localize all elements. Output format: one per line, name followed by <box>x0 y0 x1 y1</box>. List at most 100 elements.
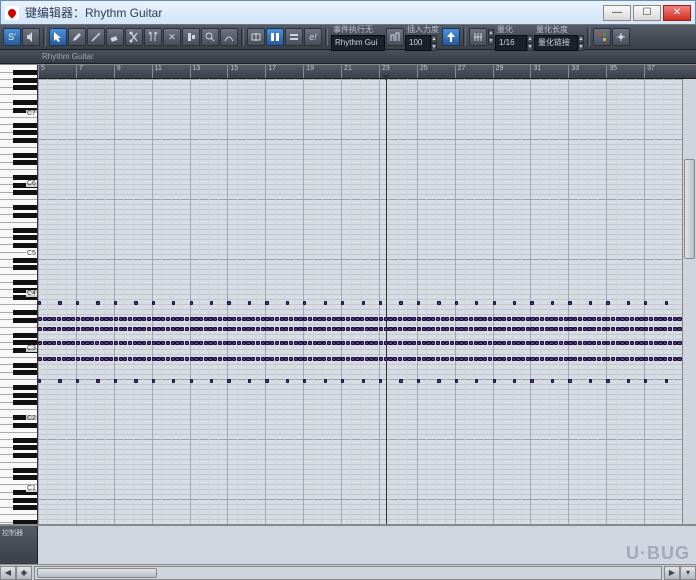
midi-note[interactable] <box>398 317 402 321</box>
midi-note[interactable] <box>549 357 553 361</box>
midi-note[interactable] <box>227 301 230 305</box>
midi-note[interactable] <box>256 357 260 361</box>
midi-note[interactable] <box>658 317 662 321</box>
midi-note[interactable] <box>474 341 478 345</box>
midi-note[interactable] <box>298 341 302 345</box>
midi-note[interactable] <box>677 317 681 321</box>
midi-note[interactable] <box>280 327 284 331</box>
midi-note[interactable] <box>289 317 293 321</box>
midi-note[interactable] <box>493 357 497 361</box>
midi-note[interactable] <box>38 317 42 321</box>
midi-note[interactable] <box>445 317 449 321</box>
midi-note[interactable] <box>308 327 312 331</box>
zoom-menu-button[interactable]: ▾ <box>680 566 696 580</box>
midi-note[interactable] <box>554 357 558 361</box>
midi-note[interactable] <box>369 341 373 345</box>
midi-note[interactable] <box>512 341 516 345</box>
midi-note[interactable] <box>639 357 643 361</box>
midi-note[interactable] <box>119 327 123 331</box>
zoom-out-h-button[interactable]: ◀ <box>0 566 16 580</box>
midi-note[interactable] <box>677 341 681 345</box>
midi-note[interactable] <box>147 317 151 321</box>
midi-note[interactable] <box>208 341 212 345</box>
midi-note[interactable] <box>493 341 497 345</box>
midi-note[interactable] <box>540 357 544 361</box>
zoom-in-h-button[interactable]: ▶ <box>664 566 680 580</box>
midi-note[interactable] <box>512 317 516 321</box>
midi-note[interactable] <box>355 327 359 331</box>
midi-note[interactable] <box>161 357 165 361</box>
midi-note[interactable] <box>341 357 345 361</box>
midi-note[interactable] <box>379 379 382 383</box>
midi-note[interactable] <box>488 317 492 321</box>
midi-note[interactable] <box>369 317 373 321</box>
midi-note[interactable] <box>128 357 132 361</box>
midi-note[interactable] <box>180 341 184 345</box>
midi-note[interactable] <box>81 357 85 361</box>
midi-note[interactable] <box>365 327 369 331</box>
midi-note[interactable] <box>602 357 606 361</box>
midi-note[interactable] <box>336 327 340 331</box>
midi-note[interactable] <box>172 301 175 305</box>
snap-button[interactable] <box>266 28 284 46</box>
midi-note[interactable] <box>104 327 108 331</box>
midi-note[interactable] <box>474 327 478 331</box>
midi-note[interactable] <box>85 317 89 321</box>
midi-note[interactable] <box>554 317 558 321</box>
midi-note[interactable] <box>455 301 458 305</box>
midi-note[interactable] <box>261 317 265 321</box>
midi-note[interactable] <box>62 317 66 321</box>
midi-note[interactable] <box>450 341 454 345</box>
midi-note[interactable] <box>100 317 104 321</box>
midi-note[interactable] <box>464 357 468 361</box>
midi-note[interactable] <box>109 327 113 331</box>
midi-note[interactable] <box>616 317 620 321</box>
midi-note[interactable] <box>616 357 620 361</box>
mute-tool[interactable]: ✕ <box>163 28 181 46</box>
midi-note[interactable] <box>399 379 402 383</box>
midi-note[interactable] <box>512 327 516 331</box>
midi-note[interactable] <box>417 379 420 383</box>
midi-note[interactable] <box>374 357 378 361</box>
midi-note[interactable] <box>625 327 629 331</box>
midi-note[interactable] <box>199 341 203 345</box>
midi-note[interactable] <box>100 357 104 361</box>
midi-note[interactable] <box>232 357 236 361</box>
midi-note[interactable] <box>128 317 132 321</box>
maximize-button[interactable]: ☐ <box>633 5 661 21</box>
length-q-spinner[interactable]: ▲▼ <box>578 35 584 51</box>
midi-note[interactable] <box>488 327 492 331</box>
midi-note[interactable] <box>270 341 274 345</box>
midi-note[interactable] <box>261 341 265 345</box>
midi-note[interactable] <box>128 327 132 331</box>
quantize-field[interactable]: 1/16 <box>495 35 527 51</box>
midi-note[interactable] <box>332 317 336 321</box>
midi-note[interactable] <box>52 327 56 331</box>
midi-note[interactable] <box>568 357 572 361</box>
midi-note[interactable] <box>507 341 511 345</box>
midi-note[interactable] <box>493 317 497 321</box>
midi-note[interactable] <box>280 317 284 321</box>
midi-note[interactable] <box>251 327 255 331</box>
midi-note[interactable] <box>530 379 533 383</box>
midi-note[interactable] <box>649 327 653 331</box>
midi-note[interactable] <box>317 341 321 345</box>
midi-note[interactable] <box>38 327 42 331</box>
time-ruler[interactable]: 5791113151719212325272931333537 <box>38 65 696 79</box>
midi-note[interactable] <box>568 301 571 305</box>
midi-note[interactable] <box>242 317 246 321</box>
midi-note[interactable] <box>275 317 279 321</box>
midi-note[interactable] <box>635 317 639 321</box>
midi-note[interactable] <box>665 379 668 383</box>
midi-note[interactable] <box>644 327 648 331</box>
midi-note[interactable] <box>639 341 643 345</box>
midi-note[interactable] <box>384 341 388 345</box>
midi-note[interactable] <box>180 317 184 321</box>
midi-note[interactable] <box>450 357 454 361</box>
midi-note[interactable] <box>66 341 70 345</box>
midi-note[interactable] <box>388 317 392 321</box>
midi-note[interactable] <box>564 317 568 321</box>
midi-note[interactable] <box>284 341 288 345</box>
midi-note[interactable] <box>156 327 160 331</box>
midi-note[interactable] <box>589 301 592 305</box>
